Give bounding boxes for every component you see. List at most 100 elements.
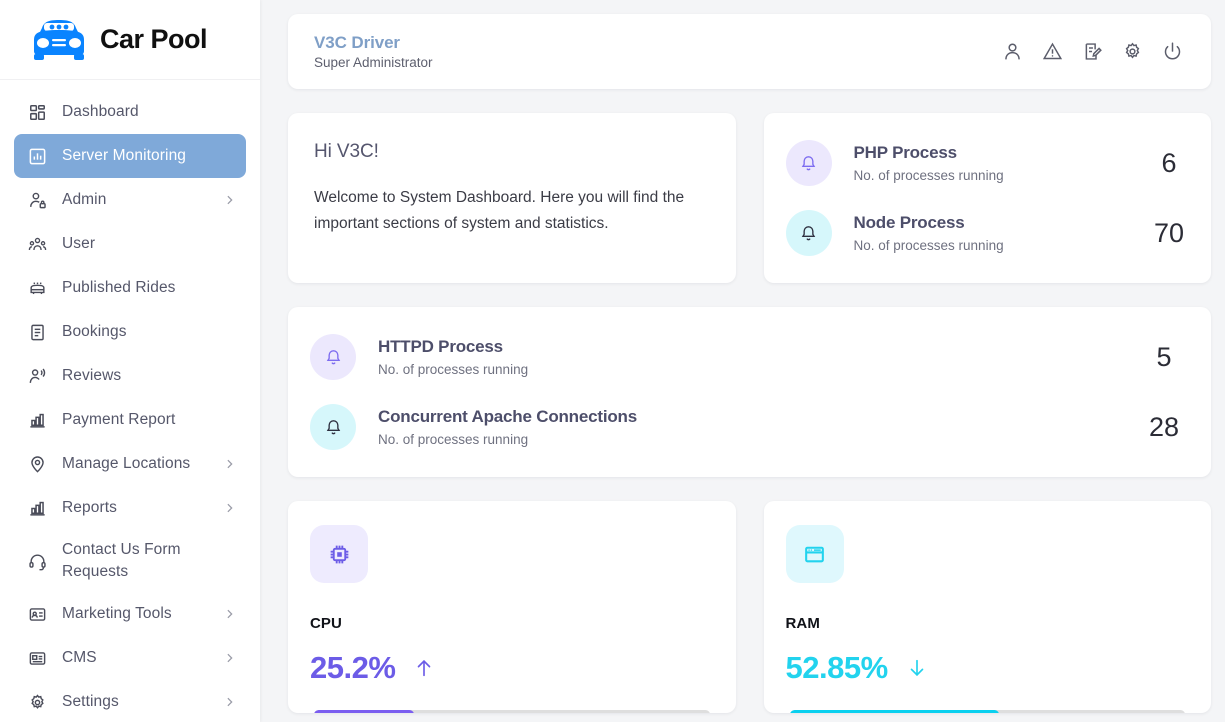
id-card-icon <box>26 603 48 625</box>
sidebar-item-label: Reviews <box>62 365 121 387</box>
process-subtitle: No. of processes running <box>378 361 1119 379</box>
ram-col: RAM 52.85% <box>764 501 1212 713</box>
sidebar: Car Pool Dashboard <box>0 0 260 722</box>
process-title: PHP Process <box>854 142 1130 164</box>
bell-icon <box>310 404 356 450</box>
warning-triangle-icon[interactable] <box>1039 39 1065 65</box>
sidebar-item-cms[interactable]: CMS <box>14 636 246 680</box>
ram-label: RAM <box>786 615 1190 632</box>
car-front-icon <box>28 18 90 62</box>
memory-window-icon <box>786 525 844 583</box>
sidebar-item-published-rides[interactable]: Published Rides <box>14 266 246 310</box>
user-lock-icon <box>26 189 48 211</box>
sidebar-item-dashboard[interactable]: Dashboard <box>14 90 246 134</box>
process-value: 6 <box>1129 148 1189 179</box>
profile-icon[interactable] <box>999 39 1025 65</box>
process-text: PHP Process No. of processes running <box>832 142 1130 185</box>
sidebar-item-settings[interactable]: Settings <box>14 680 246 722</box>
chevron-right-icon <box>223 608 236 621</box>
arrow-up-icon <box>413 657 435 679</box>
document-list-icon <box>26 321 48 343</box>
ram-value: 52.85% <box>786 650 888 686</box>
process-row-apache: Concurrent Apache Connections No. of pro… <box>310 392 1189 462</box>
power-icon[interactable] <box>1159 39 1185 65</box>
topbar: V3C Driver Super Administrator <box>288 14 1211 89</box>
chevron-right-icon <box>223 502 236 515</box>
sidebar-item-label: Dashboard <box>62 101 139 123</box>
ram-value-row: 52.85% <box>786 650 1190 686</box>
sidebar-item-label: CMS <box>62 647 97 669</box>
gear-icon <box>26 691 48 713</box>
map-pin-icon <box>26 453 48 475</box>
sidebar-item-label: Published Rides <box>62 277 176 299</box>
chevron-right-icon <box>223 696 236 709</box>
process-row-httpd: HTTPD Process No. of processes running 5 <box>310 322 1189 392</box>
bar-chart-box-icon <box>26 145 48 167</box>
cpu-chip-icon <box>310 525 368 583</box>
process-text: Concurrent Apache Connections No. of pro… <box>356 406 1119 449</box>
sidebar-item-label: Payment Report <box>62 409 175 431</box>
article-icon <box>26 647 48 669</box>
sidebar-item-contact-us-form-requests[interactable]: Contact Us Form Requests <box>14 530 246 592</box>
cpu-value-row: 25.2% <box>310 650 714 686</box>
headset-icon <box>26 550 48 572</box>
cpu-label: CPU <box>310 615 714 632</box>
app-root: Car Pool Dashboard <box>0 0 1225 722</box>
sidebar-nav: Dashboard Server Monitoring <box>0 80 260 722</box>
process-value: 28 <box>1119 412 1189 443</box>
bell-icon <box>786 210 832 256</box>
sidebar-item-reports[interactable]: Reports <box>14 486 246 530</box>
process-subtitle: No. of processes running <box>854 167 1130 185</box>
process-subtitle: No. of processes running <box>854 237 1130 255</box>
cpu-value: 25.2% <box>310 650 395 686</box>
welcome-col: Hi V3C! Welcome to System Dashboard. Her… <box>288 113 736 283</box>
edit-document-icon[interactable] <box>1079 39 1105 65</box>
user-role: Super Administrator <box>314 54 433 72</box>
sidebar-item-label: Admin <box>62 189 106 211</box>
bell-icon <box>310 334 356 380</box>
sidebar-item-label: Marketing Tools <box>62 603 172 625</box>
process-title: Node Process <box>854 212 1130 234</box>
sidebar-item-manage-locations[interactable]: Manage Locations <box>14 442 246 486</box>
gear-icon[interactable] <box>1119 39 1145 65</box>
sidebar-item-label: Bookings <box>62 321 127 343</box>
welcome-card: Hi V3C! Welcome to System Dashboard. Her… <box>288 113 736 283</box>
cpu-progress-track <box>314 710 710 713</box>
httpd-summary-card: HTTPD Process No. of processes running 5… <box>288 307 1211 477</box>
sidebar-item-user[interactable]: User <box>14 222 246 266</box>
sidebar-item-label: Contact Us Form Requests <box>62 539 234 584</box>
ram-progress-fill <box>790 710 999 713</box>
dashboard-grid-icon <box>26 101 48 123</box>
car-icon <box>26 277 48 299</box>
sidebar-item-label: User <box>62 233 95 255</box>
cpu-progress-fill <box>314 710 414 713</box>
row-metrics: CPU 25.2% <box>288 501 1211 713</box>
process-subtitle: No. of processes running <box>378 431 1119 449</box>
user-voice-icon <box>26 365 48 387</box>
user-name: V3C Driver <box>314 32 433 53</box>
brand-name: Car Pool <box>100 24 207 55</box>
brand-logo[interactable]: Car Pool <box>0 0 260 80</box>
row-welcome-processes: Hi V3C! Welcome to System Dashboard. Her… <box>288 113 1211 283</box>
chevron-right-icon <box>223 652 236 665</box>
users-group-icon <box>26 233 48 255</box>
sidebar-item-label: Settings <box>62 691 119 713</box>
user-info: V3C Driver Super Administrator <box>314 32 433 72</box>
bar-chart-icon <box>26 497 48 519</box>
sidebar-item-bookings[interactable]: Bookings <box>14 310 246 354</box>
sidebar-item-reviews[interactable]: Reviews <box>14 354 246 398</box>
topbar-actions <box>999 39 1185 65</box>
process-col: PHP Process No. of processes running 6 <box>764 113 1212 283</box>
welcome-title: Hi V3C! <box>314 141 710 163</box>
process-row-php: PHP Process No. of processes running 6 <box>786 128 1190 198</box>
process-title: HTTPD Process <box>378 336 1119 358</box>
sidebar-item-payment-report[interactable]: Payment Report <box>14 398 246 442</box>
process-summary-card: PHP Process No. of processes running 6 <box>764 113 1212 283</box>
process-value: 70 <box>1129 218 1189 249</box>
sidebar-item-marketing-tools[interactable]: Marketing Tools <box>14 592 246 636</box>
chevron-right-icon <box>223 458 236 471</box>
chevron-right-icon <box>223 194 236 207</box>
bell-icon <box>786 140 832 186</box>
sidebar-item-server-monitoring[interactable]: Server Monitoring <box>14 134 246 178</box>
sidebar-item-admin[interactable]: Admin <box>14 178 246 222</box>
